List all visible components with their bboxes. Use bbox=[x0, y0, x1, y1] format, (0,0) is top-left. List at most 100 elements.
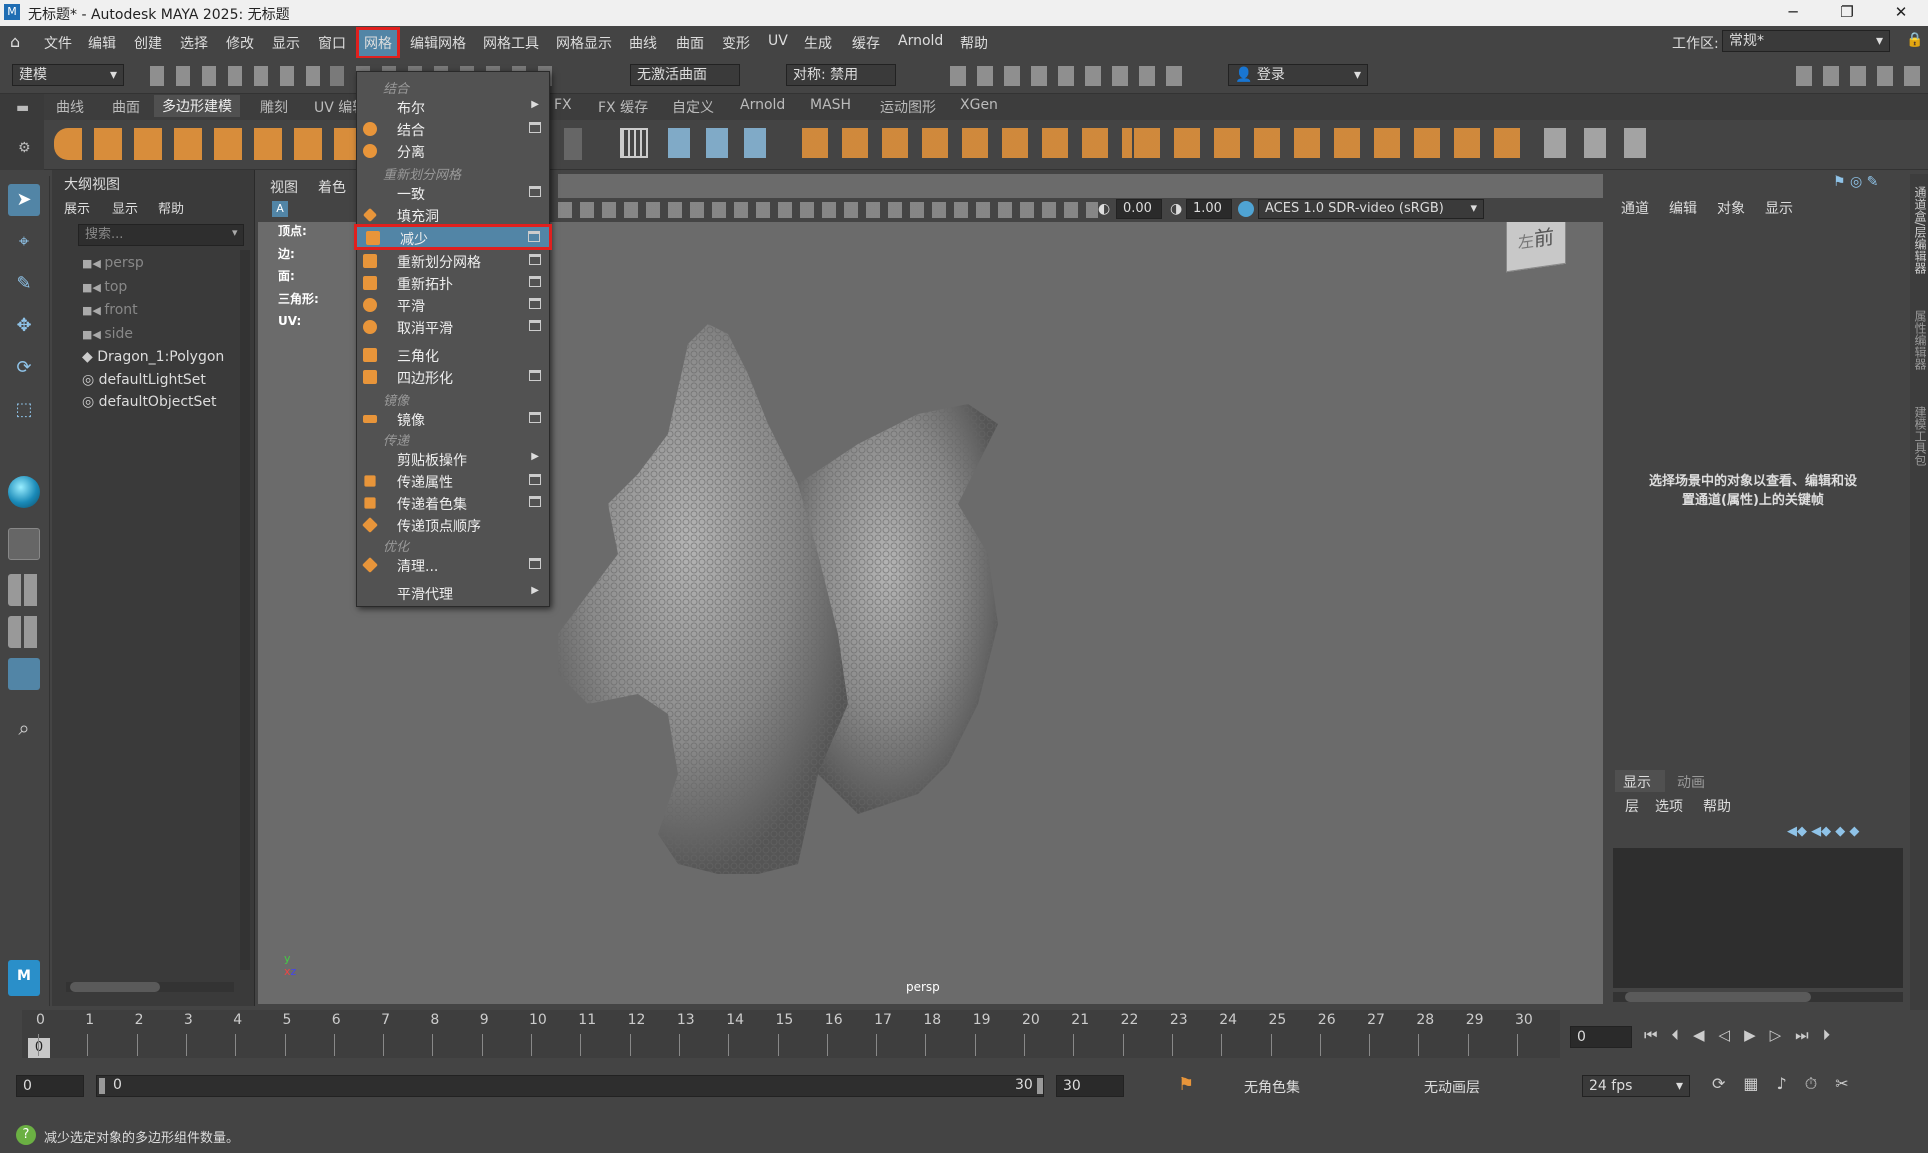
close-button[interactable]: ✕ bbox=[1878, 0, 1924, 26]
layer-menu-help[interactable]: 帮助 bbox=[1703, 796, 1731, 816]
login-button[interactable]: 👤 登录 ▾ bbox=[1228, 64, 1368, 86]
shelf-tab-curves[interactable]: 曲线 bbox=[56, 97, 84, 117]
outliner-item-light-set[interactable]: ◎ defaultLightSet bbox=[82, 369, 250, 392]
viewport-menu-shading[interactable]: 着色 bbox=[318, 177, 346, 197]
workspace-select[interactable]: 常规* ▾ bbox=[1722, 30, 1890, 52]
menu-item-combine[interactable]: 结合 bbox=[357, 118, 549, 140]
misc-tool-icons[interactable] bbox=[1544, 128, 1654, 158]
menu-item-transfer-vertex[interactable]: 传递顶点顺序 bbox=[357, 514, 549, 536]
layer-list[interactable] bbox=[1613, 848, 1903, 988]
two-pane-icon[interactable] bbox=[8, 616, 40, 648]
search-options-icon[interactable]: ▾ bbox=[232, 226, 238, 239]
anim-layer-select[interactable]: 无动画层 bbox=[1424, 1077, 1480, 1097]
outliner-vscrollbar[interactable] bbox=[240, 250, 250, 970]
menu-item-cleanup[interactable]: 清理... bbox=[357, 554, 549, 576]
option-box-icon[interactable] bbox=[529, 298, 541, 309]
menu-window[interactable]: 窗口 bbox=[318, 33, 346, 53]
option-box-icon[interactable] bbox=[529, 276, 541, 287]
channel-menu-edit[interactable]: 编辑 bbox=[1669, 198, 1697, 218]
select-camera-icon[interactable]: A bbox=[272, 201, 288, 217]
shelf-tab-polygon-modeling[interactable]: 多边形建模 bbox=[154, 95, 240, 117]
layout-icon[interactable] bbox=[8, 574, 40, 606]
outliner-menu-show[interactable]: 展示 bbox=[64, 198, 90, 217]
menu-item-clipboard[interactable]: 剪贴板操作 ▶ bbox=[357, 448, 549, 470]
menu-item-mirror[interactable]: 镜像 bbox=[357, 408, 549, 430]
select-tool-icon[interactable]: ➤ bbox=[8, 184, 40, 216]
layer-tab-display[interactable]: 显示 bbox=[1615, 770, 1665, 792]
outliner-hscrollbar[interactable] bbox=[66, 982, 234, 992]
outliner-item-front[interactable]: ■◀ front bbox=[82, 299, 250, 323]
menu-deform[interactable]: 变形 bbox=[722, 33, 750, 53]
lasso-tool-icon[interactable]: ⌖ bbox=[8, 226, 40, 258]
single-view-icon[interactable] bbox=[8, 528, 40, 560]
current-frame-field[interactable]: 0 bbox=[1570, 1026, 1632, 1048]
outliner-item-side[interactable]: ■◀ side bbox=[82, 323, 250, 347]
menu-item-retopo[interactable]: 重新拓扑 bbox=[357, 272, 549, 294]
outliner-item-top[interactable]: ■◀ top bbox=[82, 276, 250, 300]
playback-controls[interactable]: ⏮⏴◀◁▶▷⏭⏵ bbox=[1644, 1026, 1922, 1048]
channel-menu-display[interactable]: 显示 bbox=[1765, 198, 1793, 218]
shelf-tab-motion-graphics[interactable]: 运动图形 bbox=[880, 97, 936, 117]
menu-item-unsmooth[interactable]: 取消平滑 bbox=[357, 316, 549, 338]
menu-item-quadrangulate[interactable]: 四边形化 bbox=[357, 366, 549, 388]
shelf-tab-sculpting[interactable]: 雕刻 bbox=[260, 97, 288, 117]
color-space-select[interactable]: ACES 1.0 SDR-video (sRGB) ▾ bbox=[1258, 199, 1484, 219]
edit-mesh-icons[interactable] bbox=[1134, 128, 1524, 158]
scale-tool-icon[interactable]: ⬚ bbox=[8, 394, 40, 426]
character-set-select[interactable]: 无角色集 bbox=[1244, 1077, 1300, 1097]
option-box-icon[interactable] bbox=[529, 370, 541, 381]
menu-mesh-tools[interactable]: 网格工具 bbox=[483, 33, 539, 53]
panel-toggle-icons[interactable] bbox=[1796, 66, 1922, 86]
symmetry-field[interactable]: 对称: 禁用 bbox=[786, 64, 896, 86]
playback-option-icons[interactable]: ⟳▦♪⏱✂ bbox=[1712, 1074, 1922, 1096]
shelf-tab-arnold[interactable]: Arnold bbox=[740, 97, 785, 113]
file-tools-icons[interactable] bbox=[150, 66, 330, 86]
shelf-settings-icon[interactable]: ⚙ bbox=[18, 140, 31, 156]
time-slider[interactable]: 0 0 1 2 3 4 5 6 7 8 9 10 11 12 13 14 15 16 17 18 19 20 21 22 23… bbox=[0, 1010, 1928, 1064]
live-surface-field[interactable]: 无激活曲面 bbox=[630, 64, 740, 86]
maximize-button[interactable]: ❐ bbox=[1824, 0, 1870, 26]
mesh-edit-icons[interactable] bbox=[802, 128, 1132, 158]
mode-select[interactable]: 建模 ▾ bbox=[12, 64, 124, 86]
menu-modify[interactable]: 修改 bbox=[226, 33, 254, 53]
shelf-tab-xgen[interactable]: XGen bbox=[960, 97, 998, 113]
render-tools-icons[interactable] bbox=[950, 66, 1190, 86]
option-box-icon[interactable] bbox=[529, 320, 541, 331]
shelf-tab-custom[interactable]: 自定义 bbox=[672, 97, 714, 117]
move-tool-icon[interactable]: ✥ bbox=[8, 310, 40, 342]
menu-uv[interactable]: UV bbox=[768, 33, 788, 49]
lock-icon[interactable]: 🔒 bbox=[1906, 32, 1923, 48]
grid-icon[interactable] bbox=[620, 128, 648, 158]
maya-app-icon[interactable]: M bbox=[8, 960, 40, 996]
minimize-button[interactable]: ─ bbox=[1770, 0, 1816, 26]
side-tab-attribute-editor[interactable]: 属性编辑器 bbox=[1912, 310, 1928, 370]
paint-select-icon[interactable]: ✎ bbox=[8, 268, 40, 300]
option-box-icon[interactable] bbox=[528, 231, 540, 242]
layer-menu-layers[interactable]: 层 bbox=[1625, 796, 1639, 816]
menu-surfaces[interactable]: 曲面 bbox=[676, 33, 704, 53]
viewport-menu-view[interactable]: 视图 bbox=[270, 177, 298, 197]
home-icon[interactable]: ⌂ bbox=[10, 32, 20, 51]
option-box-icon[interactable] bbox=[529, 254, 541, 265]
outliner-menu-display[interactable]: 显示 bbox=[112, 198, 138, 217]
end-time-field[interactable]: 30 bbox=[1056, 1075, 1124, 1097]
fps-select[interactable]: 24 fps ▾ bbox=[1582, 1075, 1690, 1097]
menu-arnold[interactable]: Arnold bbox=[898, 33, 943, 49]
color-management-icon[interactable] bbox=[1238, 201, 1254, 217]
rotate-tool-icon[interactable]: ⟳ bbox=[8, 352, 40, 384]
menu-generate[interactable]: 生成 bbox=[804, 33, 832, 53]
outliner-item-object-set[interactable]: ◎ defaultObjectSet bbox=[82, 391, 250, 414]
key-marker-icon[interactable]: ⚑ bbox=[1178, 1074, 1194, 1095]
option-box-icon[interactable] bbox=[529, 412, 541, 423]
menu-file[interactable]: 文件 bbox=[44, 33, 72, 53]
menu-item-reduce[interactable]: 减少 bbox=[354, 224, 552, 250]
exposure-icon[interactable]: ◑ bbox=[1170, 201, 1182, 217]
option-box-icon[interactable] bbox=[529, 496, 541, 507]
start-time-field[interactable]: 0 bbox=[16, 1075, 84, 1097]
gamma-field[interactable]: 0.00 bbox=[1116, 199, 1162, 219]
soft-select-icon[interactable] bbox=[8, 476, 40, 508]
exposure-field[interactable]: 1.00 bbox=[1186, 199, 1232, 219]
menu-help[interactable]: 帮助 bbox=[960, 33, 988, 53]
outliner-item-dragon[interactable]: ◆ Dragon_1:Polygon bbox=[82, 346, 250, 369]
channel-box-icons[interactable]: ⚑ ◎ ✎ bbox=[1833, 174, 1905, 194]
